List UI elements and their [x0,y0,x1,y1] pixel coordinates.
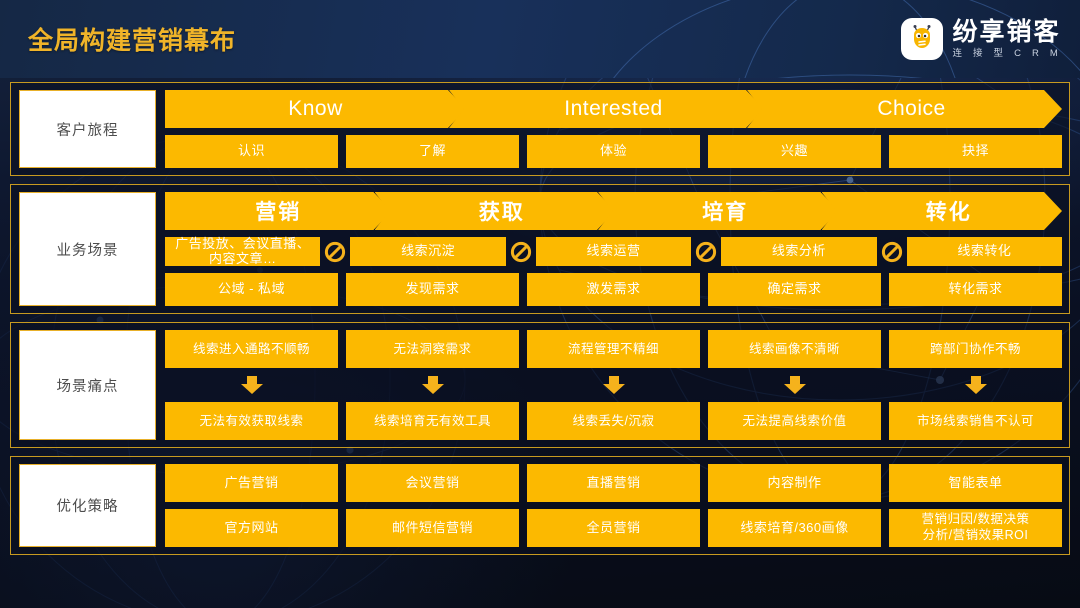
pain-bottom-item[interactable]: 线索培育无有效工具 [346,402,519,440]
stage-label: Interested [564,97,663,120]
scenario-stage-row: 营销 获取 培育 转化 [165,192,1062,230]
stage-label: 获取 [478,201,525,224]
pain-top-item[interactable]: 线索画像不清晰 [708,330,881,368]
brand-subtitle: 连 接 型 C R M [952,47,1062,59]
down-arrow-icon [889,375,1062,395]
marketing-canvas-board: 客户旅程 Know Interested Choice 认识 了解 体验 兴趣 … [10,82,1070,555]
demand-item[interactable]: 激发需求 [527,273,700,306]
flow-item[interactable]: 广告投放、会议直播、内容文章… [165,236,321,266]
strategy-item[interactable]: 直播营销 [527,464,700,502]
section-label-pain-points: 场景痛点 [19,330,156,440]
down-arrow-icon [708,375,881,395]
flow-item[interactable]: 线索分析 [721,237,877,266]
pain-top-item[interactable]: 跨部门协作不畅 [889,330,1062,368]
section-customer-journey: 客户旅程 Know Interested Choice 认识 了解 体验 兴趣 … [10,82,1070,176]
flow-item[interactable]: 线索沉淀 [350,237,506,266]
down-arrow-icon [527,375,700,395]
strategy-item[interactable]: 邮件短信营销 [346,509,519,547]
demand-item[interactable]: 确定需求 [708,273,881,306]
strategy-item[interactable]: 内容制作 [708,464,881,502]
prohibition-icon [320,241,350,263]
journey-item[interactable]: 抉择 [889,135,1062,168]
strategy-item[interactable]: 全员营销 [527,509,700,547]
scenario-flow-row: 广告投放、会议直播、内容文章… 线索沉淀 线索运营 线索分析 线索转化 [165,236,1063,266]
stage-marketing[interactable]: 营销 [165,192,392,230]
section-label-customer-journey: 客户旅程 [19,90,156,168]
pain-arrow-row [165,375,1062,395]
section-label-text: 业务场景 [56,242,119,259]
journey-stage-row: Know Interested Choice [165,90,1062,128]
strategy-item[interactable]: 线索培育/360画像 [708,509,881,547]
section-optimization-strategy: 优化策略 广告营销 会议营销 直播营销 内容制作 智能表单 官方网站 邮件短信营… [10,456,1070,555]
down-arrow-icon [165,375,338,395]
strategy-item[interactable]: 官方网站 [165,509,338,547]
pain-top-item[interactable]: 线索进入通路不顺畅 [165,330,338,368]
section-business-scenario: 业务场景 营销 获取 培育 转化 广告投放、会议直播、内容文章… 线索沉淀 线索… [10,184,1070,314]
pain-bottom-item[interactable]: 无法提高线索价值 [708,402,881,440]
stage-label: 培育 [702,201,749,224]
prohibition-icon [691,241,721,263]
strategy-item[interactable]: 会议营销 [346,464,519,502]
strategy-bottom-row: 官方网站 邮件短信营销 全员营销 线索培育/360画像 营销归因/数据决策 分析… [165,509,1062,547]
bee-mascot-icon [901,18,944,60]
brand-name: 纷享销客 [952,17,1061,46]
flow-item[interactable]: 线索运营 [535,237,692,266]
journey-item[interactable]: 认识 [165,135,338,168]
section-pain-points: 场景痛点 线索进入通路不顺畅 无法洞察需求 流程管理不精细 线索画像不清晰 跨部… [10,322,1070,448]
pain-bottom-item[interactable]: 线索丢失/沉寂 [527,402,700,440]
section-label-business-scenario: 业务场景 [19,192,156,306]
page-header: 全局构建营销幕布 纷享销客 连 接 型 C R M [0,0,1080,78]
section-label-text: 优化策略 [56,499,119,515]
strategy-item[interactable]: 营销归因/数据决策 分析/营销效果ROI [889,509,1062,547]
section-label-text: 场景痛点 [56,378,119,395]
journey-item[interactable]: 体验 [527,135,700,168]
flow-item[interactable]: 线索转化 [906,237,1063,266]
scenario-demand-row: 公域 - 私域 发现需求 激发需求 确定需求 转化需求 [165,273,1062,306]
demand-item[interactable]: 发现需求 [346,273,519,306]
pain-bottom-item[interactable]: 无法有效获取线索 [165,402,338,440]
prohibition-icon [877,241,907,263]
pain-top-item[interactable]: 流程管理不精细 [527,330,700,368]
pain-top-row: 线索进入通路不顺畅 无法洞察需求 流程管理不精细 线索画像不清晰 跨部门协作不畅 [165,330,1062,368]
stage-nurture[interactable]: 培育 [598,192,839,230]
section-label-optimization-strategy: 优化策略 [19,464,156,547]
journey-item[interactable]: 了解 [346,135,519,168]
stage-acquire[interactable]: 获取 [375,192,616,230]
section-label-text: 客户旅程 [56,122,119,139]
page-title: 全局构建营销幕布 [28,27,237,55]
down-arrow-icon [346,375,519,395]
prohibition-icon [506,241,536,263]
stage-know[interactable]: Know [165,90,466,128]
stage-label: 转化 [925,201,972,224]
pain-top-item[interactable]: 无法洞察需求 [346,330,519,368]
demand-item[interactable]: 转化需求 [889,273,1062,306]
strategy-item[interactable]: 智能表单 [889,464,1062,502]
brand-logo: 纷享销客 连 接 型 C R M [901,18,1062,60]
pain-bottom-item[interactable]: 市场线索销售不认可 [889,402,1062,440]
stage-interested[interactable]: Interested [449,90,764,128]
demand-item[interactable]: 公域 - 私域 [165,273,338,306]
stage-convert[interactable]: 转化 [822,192,1063,230]
stage-label: 营销 [255,201,302,224]
journey-item[interactable]: 兴趣 [708,135,881,168]
stage-label: Choice [877,97,946,120]
strategy-top-row: 广告营销 会议营销 直播营销 内容制作 智能表单 [165,464,1062,502]
journey-item-row: 认识 了解 体验 兴趣 抉择 [165,135,1062,168]
stage-choice[interactable]: Choice [747,90,1062,128]
stage-label: Know [288,97,343,120]
strategy-item[interactable]: 广告营销 [165,464,338,502]
pain-bottom-row: 无法有效获取线索 线索培育无有效工具 线索丢失/沉寂 无法提高线索价值 市场线索… [165,402,1062,440]
